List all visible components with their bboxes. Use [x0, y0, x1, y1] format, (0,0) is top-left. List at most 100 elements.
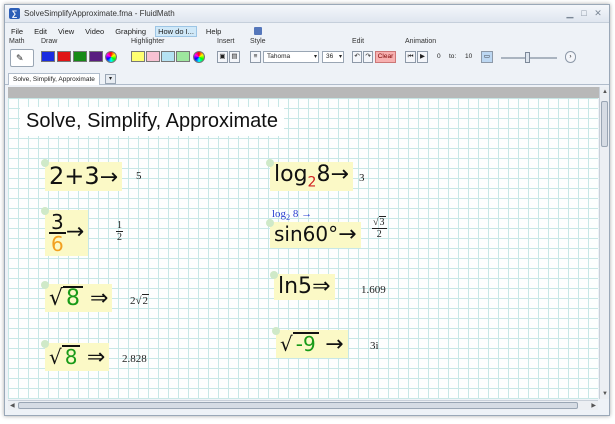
minimize-icon[interactable]: ▁ [565, 8, 575, 18]
scroll-right-icon[interactable]: ▶ [591, 402, 596, 409]
anim-settings-icon[interactable]: ▭ [481, 51, 493, 63]
result-sqrt-negative: 3i [370, 340, 379, 352]
maximize-icon[interactable]: □ [579, 8, 589, 18]
math-label: Math [9, 38, 25, 45]
result-sin-radicand: 3 [378, 216, 386, 228]
draw-color-purple[interactable] [89, 51, 103, 62]
sin-expression: sin60° [274, 222, 339, 246]
window-title: SolveSimplifyApproximate.fma - FluidMath [24, 9, 175, 18]
horizontal-scroll-thumb[interactable] [18, 402, 578, 409]
title-bar: ∑ SolveSimplifyApproximate.fma - FluidMa… [5, 5, 609, 23]
arrow-icon: → [65, 219, 85, 245]
radical-icon: √ [49, 345, 62, 369]
highlight-color-yellow[interactable] [131, 51, 145, 62]
tab-strip: Solve, Simplify, Approximate ▾ [5, 72, 609, 85]
insert-group: Insert ▣ ▤ [215, 38, 245, 72]
font-size-select[interactable]: 36 ▾ [322, 51, 344, 63]
highlight-color-picker-icon[interactable] [193, 51, 205, 63]
expr-sin[interactable]: sin60°→ [266, 219, 361, 248]
expr-sqrt-simplify[interactable]: √ 8 ⇒ [41, 281, 113, 312]
menu-file[interactable]: File [9, 27, 25, 36]
double-arrow-icon: ⇒ [312, 274, 331, 299]
play-icon[interactable]: ▶ [417, 51, 428, 63]
fraction: 36 [49, 212, 66, 254]
expr-add[interactable]: 2+3→ [41, 159, 123, 191]
ink-canvas[interactable]: Solve, Simplify, Approximate 2+3→ 5 3 6 → … [8, 98, 598, 399]
app-icon: ∑ [9, 8, 20, 19]
recognized-log-text: log2 8 → [272, 208, 312, 222]
recognized-log-base: 2 [286, 213, 291, 223]
result-radicand: 2 [141, 294, 150, 307]
anim-to-value[interactable]: 10 [465, 53, 472, 60]
menu-video[interactable]: Video [83, 27, 106, 36]
tab-dropdown-icon[interactable]: ▾ [105, 74, 116, 84]
ink-anchor-dot [270, 271, 278, 279]
result-log: 3 [359, 172, 365, 184]
animation-label: Animation [405, 38, 437, 45]
app-window: ∑ SolveSimplifyApproximate.fma - FluidMa… [4, 4, 610, 416]
ink-anchor-dot [41, 207, 49, 215]
result-numerator: 1 [116, 220, 123, 232]
font-family-select[interactable]: Tahoma ▾ [263, 51, 319, 63]
edit-label: Edit [352, 38, 365, 45]
menu-graphing[interactable]: Graphing [113, 27, 148, 36]
expr-fraction[interactable]: 3 6 → [41, 207, 89, 256]
arrow-icon: → [99, 165, 119, 190]
vertical-scroll-thumb[interactable] [601, 101, 608, 147]
menu-how-do-i[interactable]: How do I... [155, 25, 197, 37]
radical-icon: √ [49, 286, 64, 311]
highlighter-label: Highlighter [131, 38, 165, 45]
recognized-log-arg: 8 [292, 208, 299, 220]
expr-sqrt-approx[interactable]: √ 8 ⇒ [41, 340, 110, 371]
ink-anchor-dot [266, 219, 274, 227]
math-mode-button[interactable]: ✎ [10, 49, 34, 67]
horizontal-scrollbar[interactable]: ◀ ▶ [8, 400, 598, 410]
anim-from-value[interactable]: 0 [437, 53, 441, 60]
undo-icon[interactable]: ↶ [352, 51, 362, 63]
edit-group: Edit ↶ ↷ Clear [350, 38, 400, 72]
draw-color-red[interactable] [57, 51, 71, 62]
fraction-numerator: 3 [49, 210, 66, 234]
line-style-icon[interactable]: ≡ [250, 51, 261, 63]
menu-help[interactable]: Help [204, 27, 223, 36]
style-group: Style ≡ Tahoma ▾ 36 ▾ [248, 38, 348, 72]
anim-slider-handle[interactable] [525, 52, 530, 63]
expr-ln[interactable]: ln5⇒ [270, 271, 335, 300]
log-argument: 8 [316, 162, 331, 187]
close-icon[interactable]: ✕ [593, 8, 603, 18]
insert-graph-icon[interactable]: ▣ [217, 51, 228, 63]
log-function: log [274, 162, 308, 187]
skip-back-icon[interactable]: ⏮ [405, 51, 416, 63]
clear-button[interactable]: Clear [375, 51, 396, 63]
result-denominator: 2 [117, 232, 122, 243]
page-title: Solve, Simplify, Approximate [20, 107, 284, 136]
math-group: Math ✎ [7, 38, 37, 72]
draw-color-picker-icon[interactable] [105, 51, 117, 63]
menu-bar: File Edit View Video Graphing How do I..… [5, 25, 263, 37]
highlight-color-pink[interactable] [146, 51, 160, 62]
redo-icon[interactable]: ↷ [363, 51, 373, 63]
draw-color-green[interactable] [73, 51, 87, 62]
expr-sqrt-negative[interactable]: √ -9 → [272, 327, 348, 358]
menu-edit[interactable]: Edit [32, 27, 49, 36]
insert-image-icon[interactable]: ▤ [229, 51, 240, 63]
highlight-color-blue[interactable] [161, 51, 175, 62]
help-icon[interactable] [254, 27, 263, 35]
insert-label: Insert [217, 38, 235, 45]
highlight-color-green[interactable] [176, 51, 190, 62]
result-add: 5 [136, 170, 142, 182]
draw-label: Draw [41, 38, 58, 45]
radical-icon: √ [280, 332, 293, 356]
tab-solve-simplify[interactable]: Solve, Simplify, Approximate [8, 73, 100, 85]
animation-group: Animation ⏮ ▶ 0 to: 10 ▭ › [403, 38, 583, 72]
scroll-left-icon[interactable]: ◀ [10, 402, 15, 409]
vertical-scrollbar[interactable]: ▲ ▼ [599, 87, 609, 399]
result-ln: 1.609 [361, 284, 386, 296]
ln-expression: ln5 [278, 274, 313, 299]
scroll-up-icon[interactable]: ▲ [602, 89, 608, 95]
draw-color-blue[interactable] [41, 51, 55, 62]
anim-next-icon[interactable]: › [565, 51, 576, 63]
menu-view[interactable]: View [56, 27, 76, 36]
scroll-down-icon[interactable]: ▼ [602, 391, 608, 397]
expr-log[interactable]: log28→ [266, 159, 353, 192]
